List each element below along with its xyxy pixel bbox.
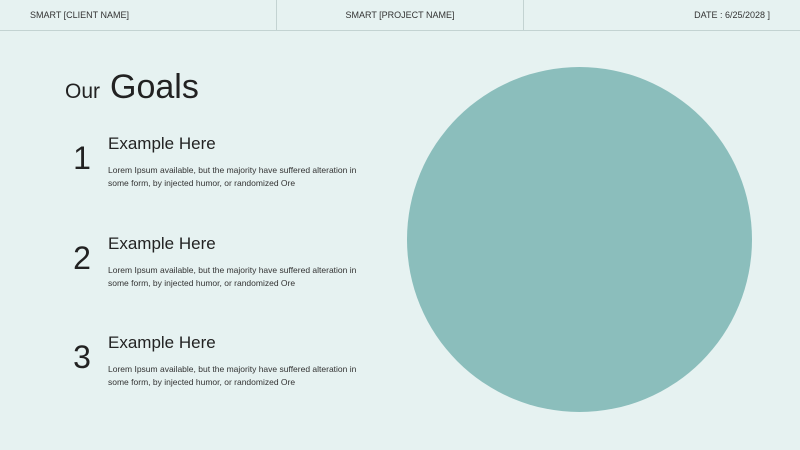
header-project-name: SMART [PROJECT NAME] [277,0,524,30]
goal-number: 3 [73,339,91,375]
header-bar: SMART [CLIENT NAME] SMART [PROJECT NAME]… [0,0,800,31]
goal-heading: Example Here [108,134,216,153]
goal-item-1: 1 Example Here Lorem Ipsum available, bu… [68,134,368,210]
goal-item-3: 3 Example Here Lorem Ipsum available, bu… [68,333,368,409]
title-prefix: Our [65,80,101,103]
goal-item-2: 2 Example Here Lorem Ipsum available, bu… [68,234,368,310]
header-client-name: SMART [CLIENT NAME] [0,0,277,30]
goal-number: 1 [73,140,91,176]
goal-heading: Example Here [108,234,216,253]
goal-description: Lorem Ipsum available, but the majority … [108,364,357,387]
header-date: DATE : 6/25/2028 ] [694,10,770,20]
goal-heading: Example Here [108,333,216,352]
decorative-circle [407,67,752,412]
title-main: Goals [110,68,199,106]
goal-description: Lorem Ipsum available, but the majority … [108,265,357,288]
goal-number: 2 [73,240,91,276]
page-title: Our Goals [65,68,199,107]
goal-description: Lorem Ipsum available, but the majority … [108,165,357,188]
